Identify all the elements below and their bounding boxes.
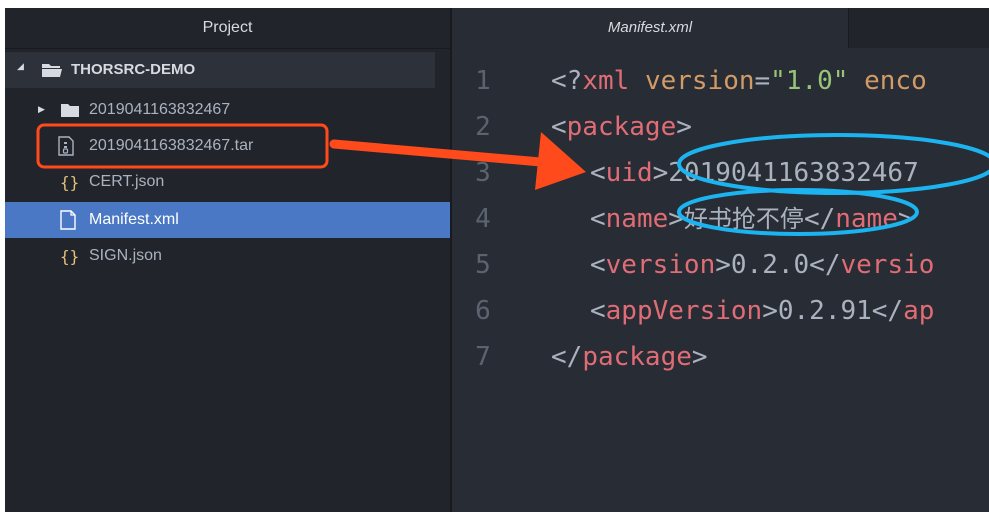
code-line: 7 </package> (452, 334, 989, 380)
folder-icon (60, 92, 80, 128)
code-text: <name>好书抢不停</name> (590, 204, 914, 234)
tab-manifest-xml[interactable]: Manifest.xml (452, 8, 849, 48)
line-number: 3 (475, 158, 491, 188)
code-text: </package> (551, 342, 708, 372)
json-braces-icon: {} (60, 172, 80, 192)
code-text: <version>0.2.0</versio (590, 250, 935, 280)
line-number: 5 (475, 250, 491, 280)
tree-item-label: Manifest.xml (89, 211, 179, 228)
code-line: 3 <uid>2019041163832467 (452, 150, 989, 196)
chevron-right-icon[interactable]: ▶ (38, 104, 45, 115)
tab-bar: Manifest.xml (452, 8, 989, 48)
project-sidebar: Project ◢ THORSRC-DEMO ▶ 201904116383246… (5, 8, 450, 512)
json-braces-icon: {} (60, 246, 80, 266)
line-number: 6 (475, 296, 491, 326)
code-line: 4 <name>好书抢不停</name> (452, 196, 989, 242)
tree-item-tar[interactable]: 2019041163832467.tar (5, 128, 450, 164)
line-number: 2 (475, 112, 491, 142)
line-number: 1 (475, 66, 491, 96)
code-text: <package> (551, 112, 692, 142)
tree-item-folder[interactable]: ▶ 2019041163832467 (5, 92, 450, 128)
code-line: 6 <appVersion>0.2.91</ap (452, 288, 989, 334)
code-line: 5 <version>0.2.0</versio (452, 242, 989, 288)
code-text: <?xml version="1.0" enco (551, 66, 927, 96)
line-number: 7 (475, 342, 491, 372)
tree-root-folder[interactable]: ◢ THORSRC-DEMO (5, 52, 435, 88)
tree-item-label: 2019041163832467.tar (89, 137, 254, 154)
archive-file-icon (58, 128, 74, 164)
tree-item-label: 2019041163832467 (89, 101, 231, 118)
code-editor[interactable]: Manifest.xml 1 <?xml version="1.0" enco … (452, 8, 989, 512)
tree-item-cert-json[interactable]: {} CERT.json (5, 164, 450, 200)
code-line: 2 <package> (452, 104, 989, 150)
code-text: <appVersion>0.2.91</ap (590, 296, 935, 326)
sidebar-title: Project (5, 8, 450, 49)
tree-root-label: THORSRC-DEMO (71, 61, 196, 78)
chevron-down-icon[interactable]: ◢ (17, 61, 24, 72)
tree-item-manifest-xml[interactable]: Manifest.xml (5, 202, 450, 238)
open-folder-icon (41, 52, 63, 88)
tree-item-sign-json[interactable]: {} SIGN.json (5, 238, 450, 274)
line-number: 4 (475, 204, 491, 234)
file-icon (60, 202, 76, 238)
code-line: 1 <?xml version="1.0" enco (452, 58, 989, 104)
editor-window: Project ◢ THORSRC-DEMO ▶ 201904116383246… (5, 8, 989, 512)
tree-item-label: CERT.json (89, 173, 165, 190)
tree-item-label: SIGN.json (89, 247, 162, 264)
code-text: <uid>2019041163832467 (590, 158, 919, 188)
